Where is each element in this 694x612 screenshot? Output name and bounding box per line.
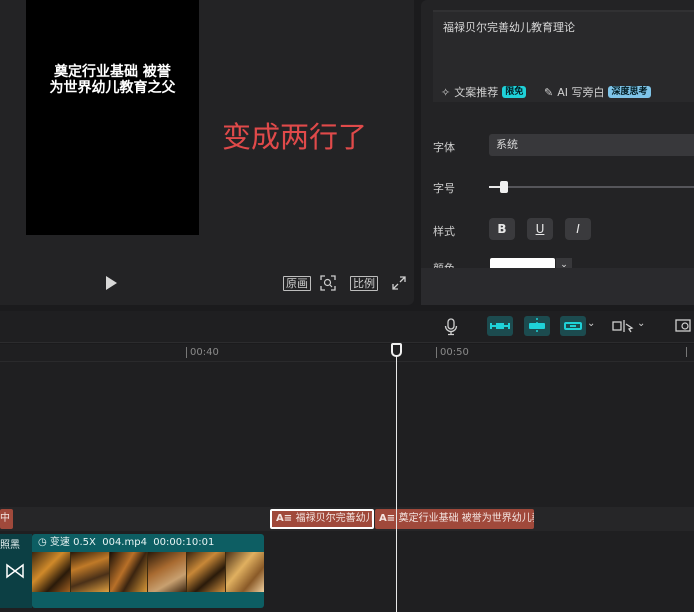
font-size-label: 字号 xyxy=(433,182,455,195)
text-icon: A≡ xyxy=(276,513,296,524)
ai-narration-button[interactable]: ✎ AI 写旁白 深度思考 xyxy=(544,84,651,100)
zoom-timeline-icon[interactable] xyxy=(675,318,694,334)
speed-icon: ◷ xyxy=(38,537,47,548)
text-clip[interactable]: A≡ 奠定行业基础 被誉为世界幼儿教 xyxy=(375,509,534,529)
pen-icon: ✎ xyxy=(544,85,554,99)
split-select-icon[interactable] xyxy=(612,318,634,334)
thumbnail xyxy=(32,552,71,592)
inspector-footer xyxy=(421,268,694,305)
bold-button[interactable]: B xyxy=(489,218,515,240)
deep-think-tag: 深度思考 xyxy=(608,86,651,98)
ruler-tick-label: 00:50 xyxy=(436,347,469,358)
thumbnail xyxy=(109,552,149,592)
subtitle-line-2: 为世界幼儿教育之父 xyxy=(49,80,176,96)
play-icon[interactable] xyxy=(106,276,117,290)
font-size-slider-handle[interactable] xyxy=(500,181,508,193)
preview-axis-icon[interactable] xyxy=(560,316,586,336)
ruler-tick-label: 00:40 xyxy=(186,347,219,358)
ai-narration-label: AI 写旁白 xyxy=(557,86,605,99)
video-thumbnails xyxy=(32,552,264,592)
font-select[interactable]: 系统 xyxy=(489,134,694,156)
video-clip-label: 照黑 xyxy=(0,540,20,551)
sparkle-icon: ✧ xyxy=(441,85,451,99)
preview-subtitle[interactable]: 奠定行业基础 被誉 为世界幼儿教育之父 xyxy=(26,64,199,96)
chevron-down-icon[interactable]: ⌄ xyxy=(587,318,599,334)
video-file-name: 004.mp4 xyxy=(102,537,147,548)
font-size-slider[interactable] xyxy=(489,186,694,188)
thumbnail xyxy=(226,552,264,592)
font-label: 字体 xyxy=(433,141,455,154)
video-clip-header: ◷ 变速 0.5X 004.mp4 00:00:10:01 xyxy=(32,534,264,552)
linkage-icon[interactable] xyxy=(524,316,550,336)
text-clip-label: 福禄贝尔完善幼儿 xyxy=(295,513,374,524)
magnet-snap-icon[interactable] xyxy=(487,316,513,336)
original-quality-button[interactable]: 原画 xyxy=(283,276,311,291)
color-label: 颜色 xyxy=(433,260,455,268)
microphone-icon[interactable] xyxy=(444,318,458,336)
copy-suggest-button[interactable]: ✧ 文案推荐 限免 xyxy=(441,84,527,100)
zoom-fit-icon[interactable] xyxy=(320,275,336,291)
time-ruler[interactable] xyxy=(0,344,694,362)
text-clip[interactable]: 中 xyxy=(0,509,13,529)
copy-suggest-label: 文案推荐 xyxy=(454,86,499,99)
text-content-value: 福禄贝尔完善幼儿教育理论 xyxy=(443,21,575,34)
video-speed: 变速 0.5X xyxy=(49,537,96,548)
underline-button[interactable]: U xyxy=(527,218,553,240)
annotation-text: 变成两行了 xyxy=(222,120,368,154)
playhead[interactable] xyxy=(396,344,397,612)
text-clip-selected[interactable]: A≡ 福禄贝尔完善幼儿 xyxy=(270,509,374,529)
thumbnail xyxy=(148,552,188,592)
subtitle-line-1: 奠定行业基础 被誉 xyxy=(54,64,171,80)
free-tag: 限免 xyxy=(502,86,527,98)
chevron-down-icon[interactable]: ⌄ xyxy=(637,318,649,334)
thumbnail xyxy=(70,552,110,592)
text-clip-label: 奠定行业基础 被誉为世界幼儿教 xyxy=(398,513,534,524)
playhead-handle[interactable] xyxy=(391,343,402,357)
italic-button[interactable]: I xyxy=(565,218,591,240)
fullscreen-icon[interactable] xyxy=(391,275,407,291)
transition-icon[interactable] xyxy=(4,562,26,580)
video-duration: 00:00:10:01 xyxy=(153,537,215,548)
thumbnail xyxy=(187,552,227,592)
aspect-ratio-button[interactable]: 比例 xyxy=(350,276,378,291)
ruler-tick xyxy=(686,347,687,357)
editor-window: 奠定行业基础 被誉 为世界幼儿教育之父 变成两行了 原画 比例 福禄贝尔完善幼儿… xyxy=(0,0,694,612)
preview-canvas[interactable] xyxy=(26,0,199,235)
style-label: 样式 xyxy=(433,225,455,238)
